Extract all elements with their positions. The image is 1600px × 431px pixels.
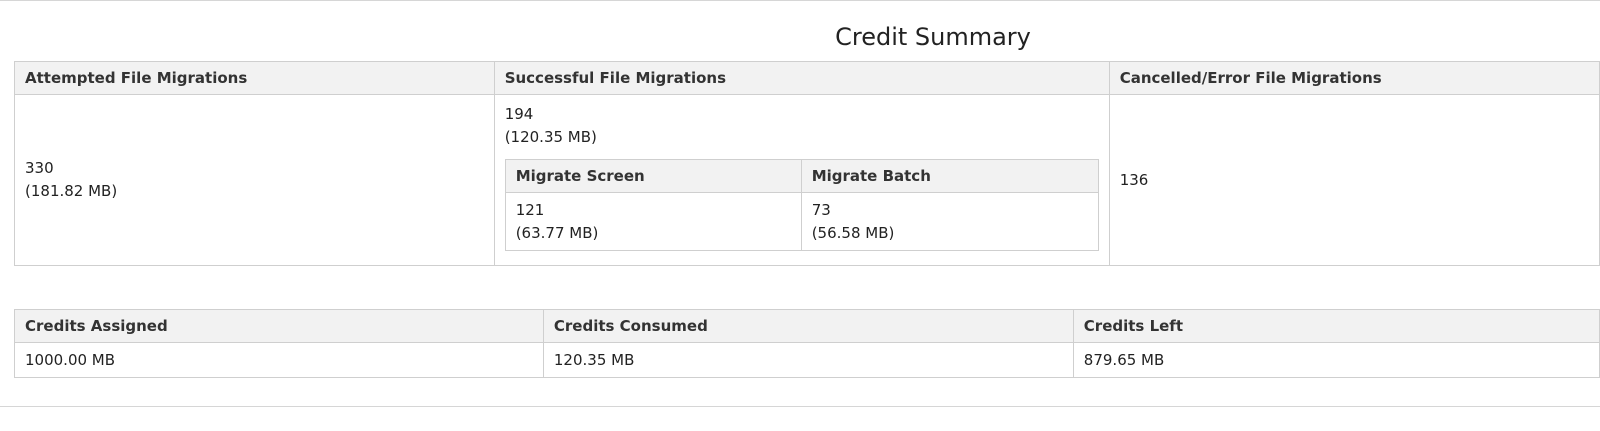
file-migrations-table: Attempted File Migrations Successful Fil… <box>14 61 1600 266</box>
attempted-header: Attempted File Migrations <box>14 61 495 95</box>
successful-breakdown-table: Migrate Screen Migrate Batch 121 (63.77 … <box>504 159 1099 251</box>
successful-count: 194 <box>504 105 534 123</box>
cancelled-count: 136 <box>1119 170 1149 189</box>
bottom-divider <box>0 406 1600 407</box>
page-title: Credit Summary <box>835 23 1031 51</box>
migrate-batch-size: (56.58 MB) <box>811 223 895 242</box>
successful-header: Successful File Migrations <box>493 61 1110 95</box>
breakdown-value-row: 121 (63.77 MB) 73 (56.58 MB) <box>504 192 1099 251</box>
credits-consumed-value: 120.35 MB <box>542 342 1074 378</box>
attempted-count: 330 <box>25 159 54 177</box>
credits-table: Credits Assigned Credits Consumed Credit… <box>14 309 1600 378</box>
migrate-batch-cell: 73 (56.58 MB) <box>800 192 1099 251</box>
cancelled-cell: 136 <box>1108 94 1600 266</box>
migrate-screen-count: 121 <box>515 200 545 219</box>
migrations-value-row: 330 (181.82 MB) 194 (120.35 MB) Migrate … <box>14 94 1600 266</box>
successful-size: (120.35 MB) <box>504 128 597 146</box>
cancelled-header: Cancelled/Error File Migrations <box>1108 61 1600 95</box>
migrate-screen-size: (63.77 MB) <box>515 223 599 242</box>
credits-consumed-header: Credits Consumed <box>542 309 1074 343</box>
migrate-batch-header: Migrate Batch <box>800 159 1099 193</box>
migrations-header-row: Attempted File Migrations Successful Fil… <box>14 61 1600 95</box>
migrate-batch-count: 73 <box>811 200 831 219</box>
credits-left-value: 879.65 MB <box>1072 342 1600 378</box>
top-divider <box>0 0 1600 1</box>
successful-cell: 194 (120.35 MB) Migrate Screen Migrate B… <box>493 94 1110 266</box>
credits-left-header: Credits Left <box>1072 309 1600 343</box>
credits-header-row: Credits Assigned Credits Consumed Credit… <box>14 309 1600 343</box>
credits-value-row: 1000.00 MB 120.35 MB 879.65 MB <box>14 342 1600 378</box>
attempted-cell: 330 (181.82 MB) <box>14 94 495 266</box>
migrate-screen-cell: 121 (63.77 MB) <box>504 192 802 251</box>
credits-assigned-header: Credits Assigned <box>14 309 544 343</box>
credits-assigned-value: 1000.00 MB <box>14 342 544 378</box>
migrate-screen-header: Migrate Screen <box>504 159 802 193</box>
breakdown-header-row: Migrate Screen Migrate Batch <box>504 159 1099 193</box>
attempted-size: (181.82 MB) <box>25 182 118 200</box>
